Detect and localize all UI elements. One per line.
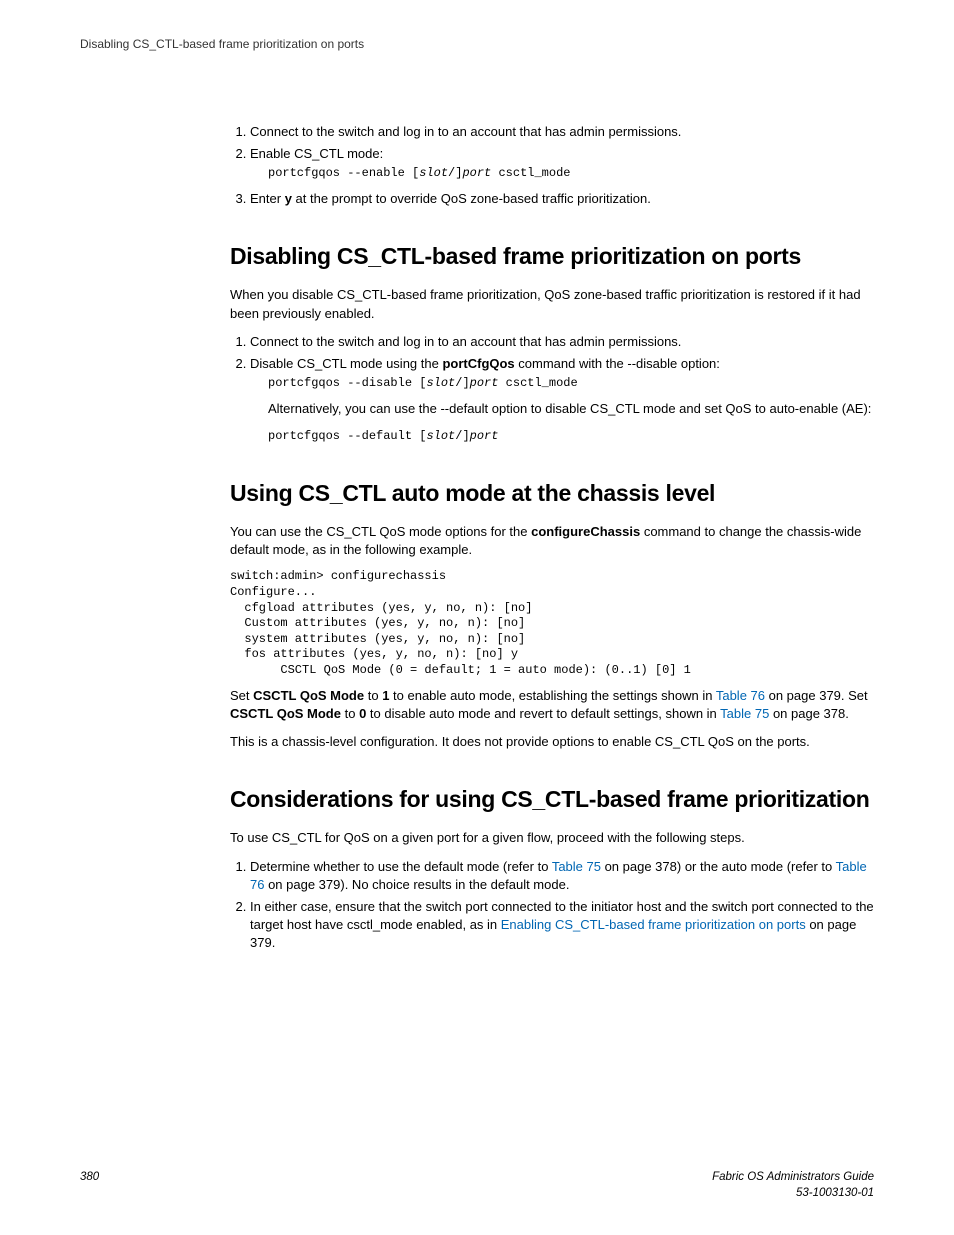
doc-number: 53-1003130-01 [796,1187,874,1199]
mode-name: CSCTL QoS Mode [230,706,341,721]
step-text: Disable CS_CTL mode using the [250,356,442,371]
command-name: portCfgQos [442,356,514,371]
section-heading: Considerations for using CS_CTL-based fr… [230,783,874,815]
section-heading: Disabling CS_CTL-based frame prioritizat… [230,240,874,272]
text: Determine whether to use the default mod… [250,859,552,874]
command-text: portcfgqos --disable [slot/]port csctl_m… [268,376,578,390]
page-header: Disabling CS_CTL-based frame prioritizat… [80,36,874,53]
paragraph: Set CSCTL QoS Mode to 1 to enable auto m… [230,687,874,723]
mode-name: CSCTL QoS Mode [253,688,364,703]
text: to disable auto mode and revert to defau… [366,706,720,721]
step-text: command with the --disable option: [515,356,720,371]
text: on page 378) or the auto mode (refer to [601,859,836,874]
key-input: y [285,191,292,206]
page-footer: 380 Fabric OS Administrators Guide 53-10… [80,1169,874,1201]
main-content: Connect to the switch and log in to an a… [230,123,874,953]
text: Set [230,688,253,703]
paragraph: You can use the CS_CTL QoS mode options … [230,523,874,559]
page-number: 380 [80,1169,99,1185]
command-name: configureChassis [531,524,640,539]
section3-steps: Determine whether to use the default mod… [230,858,874,953]
list-item: Determine whether to use the default mod… [250,858,874,894]
section1-steps: Connect to the switch and log in to an a… [230,333,874,445]
xref-link[interactable]: Table 75 [720,706,769,721]
xref-link[interactable]: Table 76 [716,688,765,703]
intro-steps-list: Connect to the switch and log in to an a… [230,123,874,208]
paragraph: To use CS_CTL for QoS on a given port fo… [230,829,874,847]
text: to [341,706,359,721]
list-item: Enable CS_CTL mode: portcfgqos --enable … [250,145,874,182]
command-text: portcfgqos --enable [slot/]port csctl_mo… [268,166,570,180]
step-text: Enable CS_CTL mode: [250,146,383,161]
text: You can use the CS_CTL QoS mode options … [230,524,531,539]
list-item: Enter y at the prompt to override QoS zo… [250,190,874,208]
command-text: portcfgqos --default [slot/]port [268,429,498,443]
paragraph: This is a chassis-level configuration. I… [230,733,874,751]
text: on page 379). No choice results in the d… [264,877,569,892]
guide-title: Fabric OS Administrators Guide [712,1171,874,1183]
text: on page 378. [769,706,849,721]
text: to enable auto mode, establishing the se… [389,688,715,703]
code-block: switch:admin> configurechassis Configure… [230,569,874,678]
alt-paragraph: Alternatively, you can use the --default… [268,400,874,418]
paragraph: When you disable CS_CTL-based frame prio… [230,286,874,322]
list-item: In either case, ensure that the switch p… [250,898,874,953]
text: to [364,688,382,703]
text: on page 379. Set [765,688,868,703]
section-heading: Using CS_CTL auto mode at the chassis le… [230,477,874,509]
step-text: Enter [250,191,285,206]
xref-link[interactable]: Enabling CS_CTL-based frame prioritizati… [501,917,806,932]
list-item: Connect to the switch and log in to an a… [250,333,874,351]
step-text: at the prompt to override QoS zone-based… [292,191,651,206]
list-item: Connect to the switch and log in to an a… [250,123,874,141]
list-item: Disable CS_CTL mode using the portCfgQos… [250,355,874,445]
xref-link[interactable]: Table 75 [552,859,601,874]
